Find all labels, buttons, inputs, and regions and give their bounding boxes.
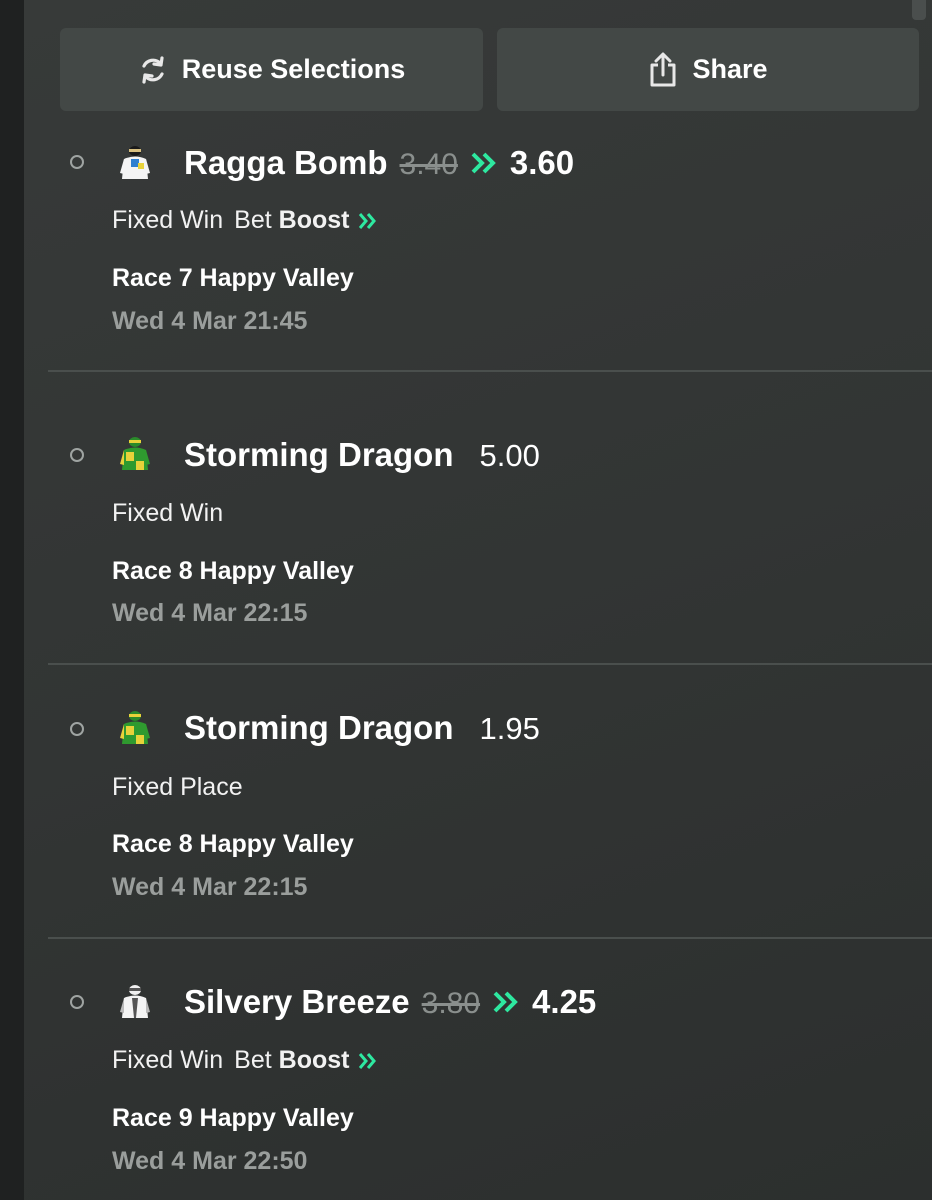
race-time: Wed 4 Mar 22:15 bbox=[112, 873, 308, 901]
divider bbox=[48, 937, 932, 939]
share-icon bbox=[650, 52, 676, 86]
runner-name: Ragga Bomb bbox=[184, 144, 388, 181]
race-time: Wed 4 Mar 21:45 bbox=[112, 307, 308, 335]
runner-line: Storming Dragon 5.00 bbox=[184, 436, 540, 474]
refresh-icon bbox=[142, 55, 164, 84]
market-line: Fixed Win bbox=[112, 499, 223, 528]
market-type: Fixed Place bbox=[112, 773, 243, 801]
bet-boost-prefix: Bet bbox=[234, 1046, 272, 1074]
bet-boost-prefix: Bet bbox=[234, 206, 272, 234]
boost-arrows-icon bbox=[493, 991, 518, 1013]
odds: 5.00 bbox=[479, 438, 540, 473]
reuse-selections-button[interactable]: Reuse Selections bbox=[60, 28, 483, 111]
odds: 1.95 bbox=[479, 711, 540, 746]
runner-line: Silvery Breeze 3.80 4.25 bbox=[184, 983, 596, 1021]
divider bbox=[48, 663, 932, 665]
race-name: Race 8 Happy Valley bbox=[112, 830, 354, 858]
market-line: Fixed Place bbox=[112, 773, 243, 802]
jockey-silk-white-grey-icon bbox=[120, 985, 150, 1018]
selection-radio[interactable] bbox=[70, 155, 84, 169]
previous-odds: 3.80 bbox=[421, 987, 481, 1020]
selection-item: Storming Dragon 5.00 Fixed Win Race 8 Ha… bbox=[48, 432, 932, 662]
selection-item: Storming Dragon 1.95 Fixed Place Race 8 … bbox=[48, 705, 932, 935]
previous-odds: 3.40 bbox=[399, 148, 458, 181]
share-button[interactable]: Share bbox=[497, 28, 919, 111]
jockey-silk-white-blue-icon bbox=[120, 146, 150, 179]
reuse-selections-label: Reuse Selections bbox=[181, 54, 406, 84]
left-edge-strip bbox=[0, 0, 24, 1200]
boost-arrows-icon bbox=[471, 152, 496, 174]
jockey-silk-green-yellow-icon bbox=[120, 437, 150, 470]
runner-name: Silvery Breeze bbox=[184, 983, 410, 1020]
market-line: Fixed Win Bet Boost bbox=[112, 1046, 378, 1075]
market-type: Fixed Win bbox=[112, 499, 224, 527]
boost-arrows-icon bbox=[358, 1052, 376, 1069]
share-label: Share bbox=[692, 54, 768, 84]
divider bbox=[48, 370, 932, 372]
boost-arrows-icon bbox=[358, 212, 376, 229]
race-name: Race 8 Happy Valley bbox=[112, 557, 354, 585]
selection-radio[interactable] bbox=[70, 722, 84, 736]
race-name: Race 7 Happy Valley bbox=[112, 264, 354, 292]
runner-name: Storming Dragon bbox=[184, 709, 454, 746]
selection-radio[interactable] bbox=[70, 995, 84, 1009]
runner-line: Ragga Bomb 3.40 3.60 bbox=[184, 144, 574, 182]
bet-boost-label: Boost bbox=[278, 206, 350, 234]
runner-name: Storming Dragon bbox=[184, 436, 454, 473]
race-name: Race 9 Happy Valley bbox=[112, 1104, 354, 1132]
jockey-silk-green-yellow-icon bbox=[120, 711, 150, 744]
market-line: Fixed Win Bet Boost bbox=[112, 206, 378, 235]
boosted-odds: 3.60 bbox=[509, 144, 575, 181]
race-time: Wed 4 Mar 22:50 bbox=[112, 1147, 308, 1175]
race-time: Wed 4 Mar 22:15 bbox=[112, 599, 308, 627]
scrollbar-thumb[interactable] bbox=[912, 0, 926, 20]
selection-item: Ragga Bomb 3.40 3.60 Fixed Win Bet Boost… bbox=[48, 140, 932, 370]
runner-line: Storming Dragon 1.95 bbox=[184, 709, 540, 747]
bet-boost-label: Boost bbox=[278, 1046, 350, 1074]
selection-radio[interactable] bbox=[70, 448, 84, 462]
selection-item: Silvery Breeze 3.80 4.25 Fixed Win Bet B… bbox=[48, 980, 932, 1200]
boosted-odds: 4.25 bbox=[532, 983, 597, 1020]
market-type: Fixed Win bbox=[112, 1046, 224, 1074]
market-type: Fixed Win bbox=[112, 206, 224, 234]
